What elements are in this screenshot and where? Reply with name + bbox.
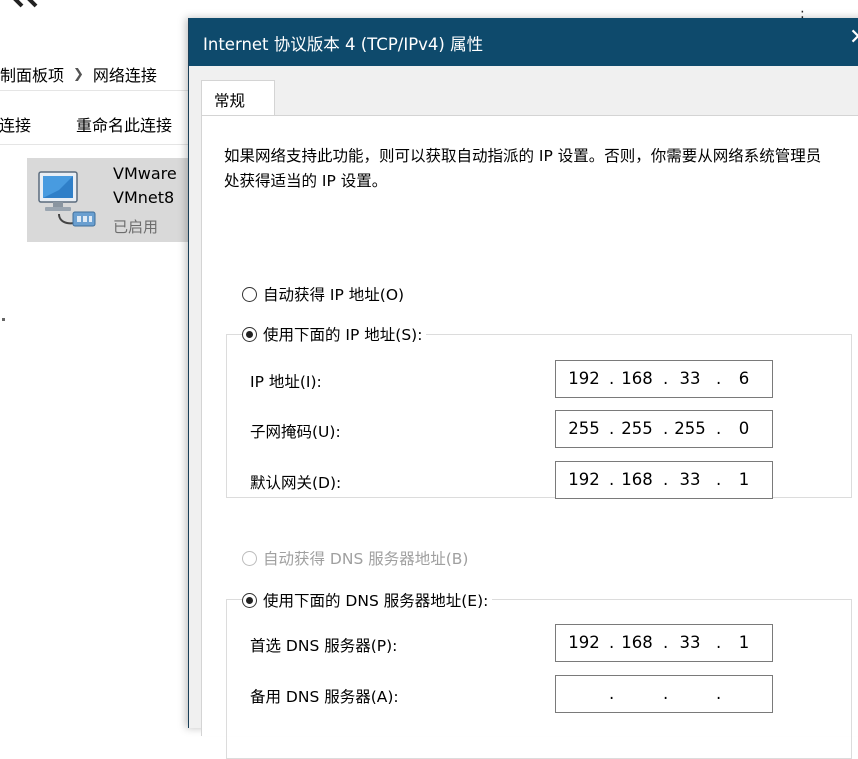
- dns-manual-radio[interactable]: 使用下面的 DNS 服务器地址(E):: [242, 589, 493, 611]
- general-panel: 如果网络支持此功能，则可以获取自动指派的 IP 设置。否则，你需要从网络系统管理…: [201, 115, 858, 759]
- octet-dot: .: [663, 470, 669, 489]
- octet: 255: [674, 419, 706, 438]
- octet-dot: .: [609, 419, 615, 438]
- octet: 33: [679, 633, 701, 652]
- octet-dot: .: [716, 684, 722, 703]
- tab-general[interactable]: 常规: [201, 80, 275, 116]
- ip-address-input[interactable]: 192 . 168 . 33 . 6: [555, 360, 773, 398]
- octet-dot: .: [663, 684, 669, 703]
- adapter-status: 已启用: [113, 218, 159, 236]
- explorer-toolbar: 连接 重命名此连接: [0, 104, 200, 145]
- network-adapter-item[interactable]: VMware VMnet8 已启用: [27, 158, 197, 242]
- dns-manual-label: 使用下面的 DNS 服务器地址(E):: [263, 592, 489, 610]
- octet-dot: .: [609, 633, 615, 652]
- subnet-mask-input[interactable]: 255 . 255 . 255 . 0: [555, 410, 773, 448]
- description-text: 如果网络支持此功能，则可以获取自动指派的 IP 设置。否则，你需要从网络系统管理…: [224, 147, 822, 190]
- dns-auto-label: 自动获得 DNS 服务器地址(B): [263, 550, 469, 568]
- radio-checked-icon: [242, 326, 257, 342]
- tab-bar: 常规: [189, 66, 858, 116]
- radio-unchecked-icon: [242, 550, 257, 566]
- octet: 168: [621, 633, 653, 652]
- ip-auto-label: 自动获得 IP 地址(O): [263, 286, 405, 304]
- dialog-title: Internet 协议版本 4 (TCP/IPv4) 属性: [203, 35, 484, 54]
- octet: 6: [738, 369, 750, 388]
- ipv4-properties-dialog: Internet 协议版本 4 (TCP/IPv4) 属性 ✕ 常规 如果网络支…: [188, 18, 858, 759]
- network-adapter-icon: [38, 171, 96, 227]
- octet-dot: .: [663, 633, 669, 652]
- dialog-titlebar[interactable]: Internet 协议版本 4 (TCP/IPv4) 属性 ✕: [189, 18, 858, 66]
- octet-dot: .: [716, 633, 722, 652]
- tab-label: 常规: [214, 92, 246, 110]
- octet-dot: .: [716, 470, 722, 489]
- octet: 1: [738, 633, 750, 652]
- logo-icon: [13, 0, 38, 8]
- alternate-dns-label: 备用 DNS 服务器(A):: [250, 688, 399, 706]
- octet: 255: [621, 419, 653, 438]
- octet-dot: .: [663, 419, 669, 438]
- octet: 255: [568, 419, 600, 438]
- octet: 192: [568, 633, 600, 652]
- ip-manual-radio[interactable]: 使用下面的 IP 地址(S):: [242, 323, 427, 345]
- breadcrumb-item[interactable]: 网络连接: [93, 62, 157, 86]
- close-icon[interactable]: ✕: [849, 27, 858, 49]
- octet: 168: [621, 369, 653, 388]
- default-gateway-input[interactable]: 192 . 168 . 33 . 1: [555, 461, 773, 499]
- preferred-dns-input[interactable]: 192 . 168 . 33 . 1: [555, 624, 773, 662]
- background-dot: [2, 318, 5, 321]
- octet-dot: .: [609, 470, 615, 489]
- preferred-dns-label: 首选 DNS 服务器(P):: [250, 637, 398, 655]
- adapter-name: VMware: [113, 164, 177, 183]
- subnet-mask-label: 子网掩码(U):: [250, 423, 341, 441]
- alternate-dns-input[interactable]: . . .: [555, 675, 773, 713]
- octet: 1: [738, 470, 750, 489]
- connect-button[interactable]: 连接: [0, 112, 31, 136]
- rename-connection-button[interactable]: 重命名此连接: [76, 112, 172, 136]
- octet: 192: [568, 369, 600, 388]
- octet: 33: [679, 470, 701, 489]
- octet-dot: .: [663, 369, 669, 388]
- octet-dot: .: [609, 369, 615, 388]
- ip-address-label: IP 地址(I):: [250, 373, 322, 391]
- radio-unchecked-icon: [242, 286, 257, 302]
- octet: 0: [738, 419, 750, 438]
- chevron-right-icon: ❯: [73, 66, 84, 82]
- dns-auto-radio[interactable]: 自动获得 DNS 服务器地址(B): [242, 547, 468, 569]
- adapter-device: VMnet8: [113, 188, 175, 207]
- radio-checked-icon: [242, 592, 257, 608]
- octet: 192: [568, 470, 600, 489]
- breadcrumb[interactable]: 制面板项 ❯ 网络连接: [0, 58, 200, 91]
- breadcrumb-item[interactable]: 制面板项: [0, 62, 64, 86]
- default-gateway-label: 默认网关(D):: [250, 474, 342, 492]
- octet-dot: .: [609, 684, 615, 703]
- octet: 168: [621, 470, 653, 489]
- octet-dot: .: [716, 369, 722, 388]
- octet: 33: [679, 369, 701, 388]
- octet-dot: .: [716, 419, 722, 438]
- ip-manual-label: 使用下面的 IP 地址(S):: [263, 326, 423, 344]
- ip-auto-radio[interactable]: 自动获得 IP 地址(O): [242, 283, 404, 305]
